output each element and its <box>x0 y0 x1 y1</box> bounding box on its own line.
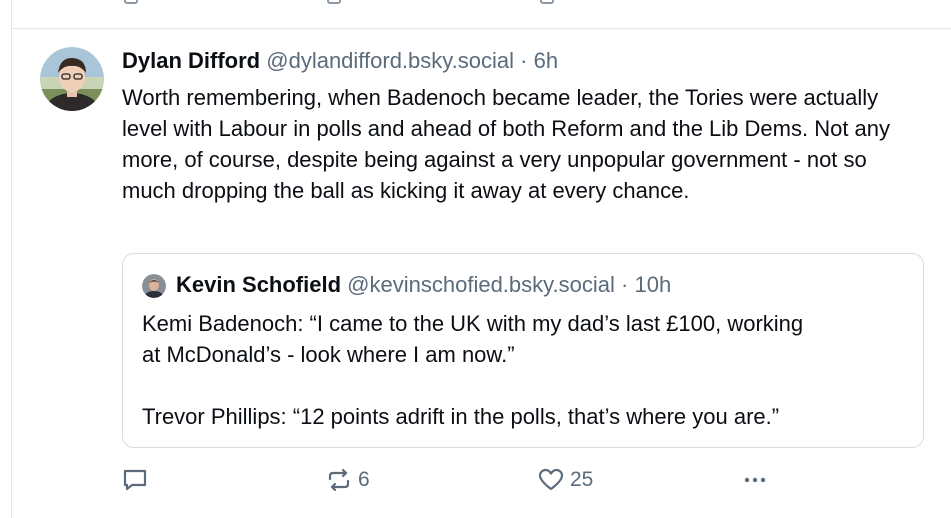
quote-author-handle[interactable]: @kevinschofied.bsky.social <box>347 272 615 297</box>
quote-line: at McDonald’s - look where I am now.” <box>142 342 515 367</box>
quote-text: Kemi Badenoch: “I came to the UK with my… <box>142 308 912 432</box>
repost-count: 6 <box>358 468 370 491</box>
author-handle[interactable]: @dylandifford.bsky.social <box>266 48 514 73</box>
heart-icon <box>538 467 564 493</box>
reply-icon <box>122 467 148 493</box>
avatar[interactable] <box>40 47 104 111</box>
post-text: Worth remembering, when Badenoch became … <box>122 85 891 203</box>
author-name[interactable]: Dylan Difford <box>122 48 260 73</box>
like-button[interactable]: 25 <box>538 465 593 495</box>
post-actions: 6 25 <box>122 465 822 495</box>
quote-header: Kevin Schofield @kevinschofied.bsky.soci… <box>176 271 671 299</box>
quote-avatar <box>142 274 166 298</box>
quote-line: Kemi Badenoch: “I came to the UK with my… <box>142 311 804 336</box>
quote-line <box>142 370 912 401</box>
previous-post-actions-cropped <box>11 0 951 8</box>
quoted-post[interactable]: Kevin Schofield @kevinschofied.bsky.soci… <box>122 253 924 448</box>
quote-timestamp[interactable]: 10h <box>634 272 671 297</box>
like-count: 25 <box>570 468 594 491</box>
quote-author-name[interactable]: Kevin Schofield <box>176 272 341 297</box>
quote-separator: · <box>621 272 629 297</box>
reply-icon <box>124 0 138 4</box>
reply-button[interactable] <box>122 465 148 495</box>
quote-line: Trevor Phillips: “12 points adrift in th… <box>142 404 780 429</box>
more-options-button[interactable] <box>742 465 768 495</box>
repost-icon <box>327 0 341 4</box>
heart-icon <box>540 0 554 4</box>
feed-post[interactable]: Dylan Difford @dylandifford.bsky.social … <box>11 29 951 518</box>
post-timestamp[interactable]: 6h <box>534 48 558 73</box>
separator: · <box>520 48 528 73</box>
repost-button[interactable]: 6 <box>326 465 370 495</box>
repost-icon <box>326 467 352 493</box>
post-header: Dylan Difford @dylandifford.bsky.social … <box>122 47 558 75</box>
more-icon <box>742 467 768 493</box>
